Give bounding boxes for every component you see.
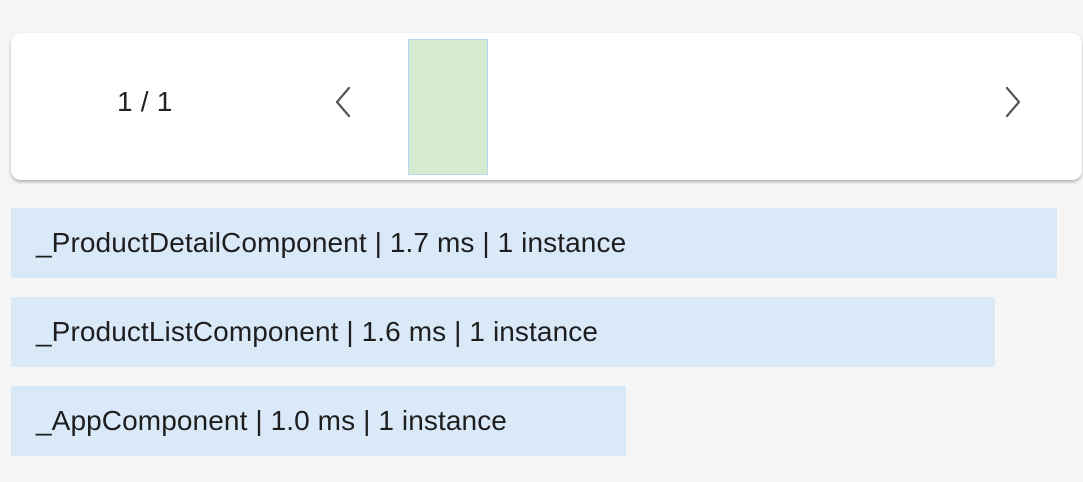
frame-track bbox=[408, 39, 1028, 175]
component-row[interactable]: _AppComponent | 1.0 ms | 1 instance bbox=[11, 386, 1061, 456]
component-label: _AppComponent | 1.0 ms | 1 instance bbox=[36, 405, 507, 436]
chevron-left-icon bbox=[335, 86, 351, 118]
previous-frame-button[interactable] bbox=[323, 79, 363, 125]
component-row[interactable]: _ProductDetailComponent | 1.7 ms | 1 ins… bbox=[11, 208, 1061, 278]
component-label: _ProductListComponent | 1.6 ms | 1 insta… bbox=[36, 316, 599, 347]
next-frame-button[interactable] bbox=[993, 79, 1033, 125]
component-label: _ProductDetailComponent | 1.7 ms | 1 ins… bbox=[36, 227, 627, 258]
component-row[interactable]: _ProductListComponent | 1.6 ms | 1 insta… bbox=[11, 297, 1061, 367]
chevron-right-icon bbox=[1005, 86, 1021, 118]
selected-frame-bar[interactable] bbox=[408, 39, 488, 175]
page-counter: 1 / 1 bbox=[117, 86, 173, 117]
component-list: _ProductDetailComponent | 1.7 ms | 1 ins… bbox=[11, 208, 1061, 475]
frame-navigator: 1 / 1 bbox=[11, 33, 1082, 180]
